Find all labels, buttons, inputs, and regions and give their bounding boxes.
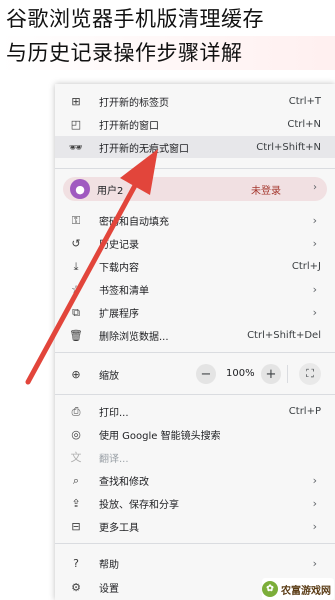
menu-item-label: 密码和自动填充 [99, 216, 169, 228]
menu-item-cast-save-share[interactable]: ⇪ 投放、保存和分享 › [55, 492, 335, 514]
chevron-right-icon: › [312, 556, 317, 570]
watermark-text: 农富游戏网 [281, 585, 331, 597]
download-icon: ⤓ [73, 259, 79, 273]
shortcut-label: Ctrl+Shift+Del [247, 329, 321, 341]
zoom-out-button[interactable]: − [196, 364, 216, 384]
incognito-icon: 🕶 [69, 140, 83, 154]
profile-name: 用户2 [97, 186, 124, 197]
chevron-right-icon: › [312, 213, 317, 227]
menu-item-label: 打印... [99, 407, 129, 419]
menu-item-label: 使用 Google 智能镜头搜索 [99, 430, 221, 442]
zoom-level: 100% [226, 368, 255, 379]
divider [287, 365, 288, 383]
menu-item-label: 投放、保存和分享 [99, 499, 179, 511]
menu-item-label: 缩放 [99, 370, 119, 382]
zoom-icon: ⊕ [71, 367, 81, 381]
menu-item-label: 下载内容 [99, 262, 139, 274]
shortcut-label: Ctrl+P [288, 405, 321, 417]
menu-item-clear-browsing-data[interactable]: 🗑 删除浏览数据... Ctrl+Shift+Del [55, 324, 335, 346]
bookmark-icon: ☆ [71, 282, 81, 296]
menu-item-label: 设置 [99, 583, 119, 595]
menu-item-label: 翻译... [99, 453, 129, 465]
trash-icon: 🗑 [69, 328, 83, 342]
chrome-main-menu: ⊞ 打开新的标签页 Ctrl+T ◰ 打开新的窗口 Ctrl+N 🕶 打开新的无… [55, 84, 335, 600]
menu-item-find-and-edit[interactable]: ⌕ 查找和修改 › [55, 469, 335, 491]
menu-item-bookmarks[interactable]: ☆ 书签和清单 › [55, 278, 335, 300]
menu-item-passwords[interactable]: ⚿ 密码和自动填充 › [55, 209, 335, 231]
share-icon: ⇪ [71, 496, 81, 510]
toolbox-icon: ⊟ [71, 519, 81, 533]
watermark-logo-icon: ✿ [262, 581, 278, 597]
divider [55, 168, 335, 169]
help-icon: ? [73, 556, 79, 570]
menu-item-new-tab[interactable]: ⊞ 打开新的标签页 Ctrl+T [55, 90, 335, 112]
divider [55, 352, 335, 353]
menu-item-label: 历史记录 [99, 239, 139, 251]
menu-item-help[interactable]: ? 帮助 › [55, 552, 335, 574]
zoom-in-button[interactable]: + [261, 364, 281, 384]
menu-item-label: 打开新的标签页 [99, 97, 169, 109]
menu-item-more-tools[interactable]: ⊟ 更多工具 › [55, 515, 335, 537]
article-title: 谷歌浏览器手机版清理缓存 与历史记录操作步骤详解 [0, 2, 335, 70]
shortcut-label: Ctrl+N [287, 118, 321, 130]
menu-item-translate[interactable]: 文 翻译... [55, 446, 335, 468]
menu-item-label: 帮助 [99, 559, 119, 571]
new-tab-icon: ⊞ [71, 94, 81, 108]
menu-item-label: 打开新的无痕式窗口 [99, 143, 189, 155]
menu-item-extensions[interactable]: ⧉ 扩展程序 › [55, 301, 335, 323]
menu-item-google-lens[interactable]: ◎ 使用 Google 智能镜头搜索 [55, 423, 335, 445]
menu-item-label: 查找和修改 [99, 476, 149, 488]
title-line-2: 与历史记录操作步骤详解 [0, 36, 335, 70]
history-icon: ↺ [71, 236, 81, 250]
menu-item-history[interactable]: ↺ 历史记录 › [55, 232, 335, 254]
key-icon: ⚿ [71, 213, 81, 227]
chevron-right-icon: › [312, 236, 317, 250]
divider [55, 394, 335, 395]
lens-icon: ◎ [71, 427, 81, 441]
puzzle-icon: ⧉ [72, 305, 80, 319]
profile-row[interactable]: ● 用户2 未登录 › [63, 177, 327, 201]
menu-item-new-incognito-window[interactable]: 🕶 打开新的无痕式窗口 Ctrl+Shift+N [55, 136, 335, 158]
menu-item-label: 更多工具 [99, 522, 139, 534]
menu-item-label: 删除浏览数据... [99, 331, 169, 343]
divider [55, 543, 335, 544]
gear-icon: ⚙ [71, 580, 81, 594]
menu-item-downloads[interactable]: ⤓ 下载内容 Ctrl+J [55, 255, 335, 277]
chevron-right-icon: › [312, 305, 317, 319]
avatar-icon: ● [70, 179, 90, 199]
chevron-right-icon: › [312, 519, 317, 533]
chevron-right-icon: › [312, 496, 317, 510]
new-window-icon: ◰ [70, 117, 82, 131]
menu-item-label: 打开新的窗口 [99, 120, 159, 132]
chevron-right-icon: › [313, 182, 317, 193]
chevron-right-icon: › [312, 473, 317, 487]
find-icon: ⌕ [72, 473, 80, 487]
sign-in-status: 未登录 [251, 186, 281, 197]
menu-item-zoom: ⊕ 缩放 [55, 363, 335, 385]
chevron-right-icon: › [312, 282, 317, 296]
watermark: ✿ 农富游戏网 [262, 578, 334, 600]
title-line-1: 谷歌浏览器手机版清理缓存 [6, 7, 264, 31]
menu-item-label: 扩展程序 [99, 308, 139, 320]
fullscreen-icon[interactable]: ⛶ [299, 363, 321, 385]
shortcut-label: Ctrl+J [291, 260, 321, 272]
menu-item-label: 书签和清单 [99, 285, 149, 297]
menu-item-new-window[interactable]: ◰ 打开新的窗口 Ctrl+N [55, 113, 335, 135]
shortcut-label: Ctrl+T [288, 95, 321, 107]
menu-item-print[interactable]: ⎙ 打印... Ctrl+P [55, 400, 335, 422]
print-icon: ⎙ [71, 404, 81, 418]
translate-icon: 文 [70, 450, 82, 464]
shortcut-label: Ctrl+Shift+N [256, 141, 321, 153]
